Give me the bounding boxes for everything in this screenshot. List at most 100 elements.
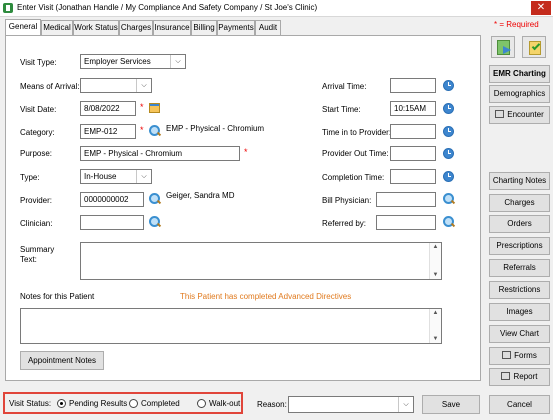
clock-icon[interactable] xyxy=(443,171,454,182)
tab-insurance[interactable]: Insurance xyxy=(153,20,191,35)
sign-off-icon[interactable] xyxy=(522,36,546,58)
clinician-field[interactable] xyxy=(80,215,144,230)
chevron-down-icon[interactable]: ⌵ xyxy=(136,79,151,92)
images-button[interactable]: Images xyxy=(489,303,550,321)
summary-scrollbar[interactable]: ▲ ▼ xyxy=(429,243,441,279)
save-button[interactable]: Save xyxy=(422,395,480,414)
required-legend: * = Required xyxy=(494,20,539,29)
clock-icon[interactable] xyxy=(443,103,454,114)
app-icon xyxy=(3,3,13,13)
reason-select[interactable]: ⌵ xyxy=(288,396,414,413)
search-icon[interactable] xyxy=(149,216,161,228)
walk-out-radio[interactable] xyxy=(197,399,206,408)
calendar-icon[interactable] xyxy=(149,103,160,113)
notes-text-area[interactable]: ▲ ▼ xyxy=(20,308,442,344)
start-time-field[interactable]: 10:15AM xyxy=(390,101,436,116)
referrals-button[interactable]: Referrals xyxy=(489,259,550,277)
arrival-time-field[interactable] xyxy=(390,78,436,93)
scroll-up-icon[interactable]: ▲ xyxy=(430,310,441,316)
search-icon[interactable] xyxy=(149,193,161,205)
notes-scrollbar[interactable]: ▲ ▼ xyxy=(429,309,441,343)
purpose-label: Purpose: xyxy=(20,149,53,158)
view-chart-button[interactable]: View Chart xyxy=(489,325,550,343)
visit-type-label: Visit Type: xyxy=(20,58,57,67)
summary-text-area[interactable]: ▲ ▼ xyxy=(80,242,442,280)
visit-date-label: Visit Date: xyxy=(20,105,57,114)
purpose-field[interactable]: EMP - Physical - Chromium xyxy=(80,146,240,161)
completed-radio[interactable] xyxy=(129,399,138,408)
category-field[interactable]: EMP-012 xyxy=(80,124,136,139)
report-label: Report xyxy=(513,372,538,381)
report-button[interactable]: Report xyxy=(489,368,550,386)
type-select[interactable]: In-House ⌵ xyxy=(80,169,152,184)
general-panel: Visit Type: Employer Services ⌵ Means of… xyxy=(5,35,481,381)
time-in-provider-field[interactable] xyxy=(390,124,436,139)
completed-label[interactable]: Completed xyxy=(141,399,180,408)
time-in-provider-label: Time in to Provider: xyxy=(322,128,392,137)
title-bar: Enter Visit (Jonathan Handle / My Compli… xyxy=(0,0,553,17)
clock-icon[interactable] xyxy=(443,80,454,91)
charges-button[interactable]: Charges xyxy=(489,194,550,212)
charting-notes-button[interactable]: Charting Notes xyxy=(489,172,550,190)
search-icon[interactable] xyxy=(149,125,161,137)
chevron-down-icon[interactable]: ⌵ xyxy=(398,397,413,412)
forms-button[interactable]: Forms xyxy=(489,347,550,365)
type-label: Type: xyxy=(20,173,40,182)
pending-results-radio[interactable] xyxy=(57,399,66,408)
provider-field[interactable]: 0000000002 xyxy=(80,192,144,207)
bill-physician-label: Bill Physician: xyxy=(322,196,372,205)
prescriptions-button[interactable]: Prescriptions xyxy=(489,237,550,255)
cancel-button[interactable]: Cancel xyxy=(489,395,550,414)
arrival-time-label: Arrival Time: xyxy=(322,82,367,91)
encounter-button[interactable]: Encounter xyxy=(489,106,550,124)
category-description: EMP - Physical - Chromium xyxy=(166,124,265,133)
type-value: In-House xyxy=(84,172,117,181)
scroll-down-icon[interactable]: ▼ xyxy=(430,336,441,342)
visit-date-field[interactable]: 8/08/2022 xyxy=(80,101,136,116)
summary-text-label: Summary Text: xyxy=(20,245,55,264)
import-chart-icon[interactable] xyxy=(491,36,515,58)
search-icon[interactable] xyxy=(443,216,455,228)
visit-type-select[interactable]: Employer Services ⌵ xyxy=(80,54,186,69)
completion-time-label: Completion Time: xyxy=(322,173,385,182)
means-of-arrival-select[interactable]: ⌵ xyxy=(80,78,152,93)
appointment-notes-button[interactable]: Appointment Notes xyxy=(20,351,104,370)
required-mark: * xyxy=(140,125,144,135)
forms-label: Forms xyxy=(514,351,537,360)
encounter-label: Encounter xyxy=(507,110,544,119)
tab-payments[interactable]: Payments xyxy=(217,20,255,35)
means-of-arrival-label: Means of Arrival: xyxy=(20,82,80,91)
tab-charges[interactable]: Charges xyxy=(119,20,153,35)
tab-general[interactable]: General xyxy=(5,19,41,35)
chevron-down-icon[interactable]: ⌵ xyxy=(136,170,151,183)
reason-label: Reason: xyxy=(257,400,287,409)
search-icon[interactable] xyxy=(443,193,455,205)
scroll-down-icon[interactable]: ▼ xyxy=(430,272,441,278)
provider-out-time-field[interactable] xyxy=(390,146,436,161)
visit-type-value: Employer Services xyxy=(84,57,151,66)
visit-status-label: Visit Status: xyxy=(9,399,52,408)
restrictions-button[interactable]: Restrictions xyxy=(489,281,550,299)
clock-icon[interactable] xyxy=(443,148,454,159)
provider-out-time-label: Provider Out Time: xyxy=(322,149,389,158)
clock-icon[interactable] xyxy=(443,126,454,137)
orders-button[interactable]: Orders xyxy=(489,215,550,233)
tab-billing[interactable]: Billing xyxy=(191,20,217,35)
start-time-label: Start Time: xyxy=(322,105,361,114)
close-button[interactable]: ✕ xyxy=(531,1,551,15)
tab-work-status[interactable]: Work Status xyxy=(73,20,119,35)
referred-by-label: Referred by: xyxy=(322,219,367,228)
emr-charting-button[interactable]: EMR Charting xyxy=(489,65,550,83)
bill-physician-field[interactable] xyxy=(376,192,436,207)
demographics-button[interactable]: Demographics xyxy=(489,85,550,103)
provider-label: Provider: xyxy=(20,196,53,205)
referred-by-field[interactable] xyxy=(376,215,436,230)
completion-time-field[interactable] xyxy=(390,169,436,184)
chevron-down-icon[interactable]: ⌵ xyxy=(170,55,185,68)
pending-results-label[interactable]: Pending Results xyxy=(69,399,127,408)
window-title: Enter Visit (Jonathan Handle / My Compli… xyxy=(17,3,318,12)
walk-out-label[interactable]: Walk-out xyxy=(209,399,240,408)
tab-medical[interactable]: Medical xyxy=(41,20,73,35)
scroll-up-icon[interactable]: ▲ xyxy=(430,244,441,250)
tab-audit[interactable]: Audit xyxy=(255,20,281,35)
